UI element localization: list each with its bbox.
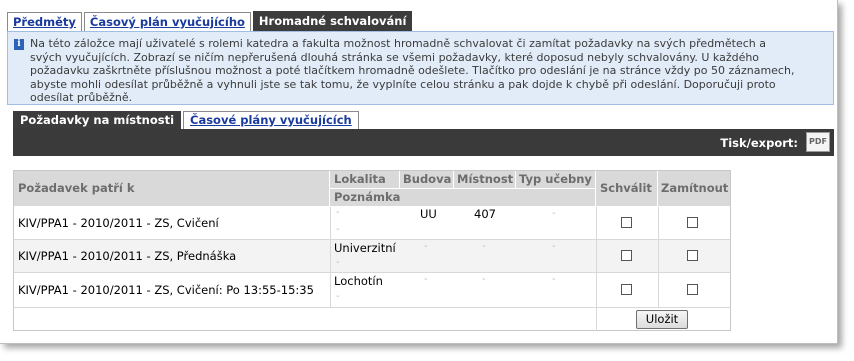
row-request: KIV/PPA1 - 2010/2011 - ZS, Cvičení: Po 1… bbox=[18, 283, 314, 297]
row-note: - bbox=[336, 257, 340, 268]
info-line: abyste mohli odesílat průběžně a vyhnuli… bbox=[30, 77, 776, 91]
requests-table: Požadavek patří k Lokalita Budova Místno… bbox=[13, 170, 731, 331]
row-building: UU bbox=[420, 207, 437, 221]
info-box: i Na této záložce mají uživatelé s rolem… bbox=[7, 31, 834, 105]
table-row: KIV/PPA1 - 2010/2011 - ZS, Cvičení - UU … bbox=[14, 207, 730, 240]
header-room: Místnost bbox=[454, 171, 516, 189]
row-note: - bbox=[336, 291, 340, 302]
row-room: - bbox=[482, 241, 486, 252]
save-button[interactable]: Uložit bbox=[636, 310, 688, 329]
tab-casovy-plan[interactable]: Časový plán vyučujícího bbox=[83, 12, 251, 31]
row-locality: Lochotín bbox=[334, 274, 383, 288]
row-room-type: - bbox=[552, 274, 556, 285]
header-building: Budova bbox=[400, 171, 454, 189]
top-tab-bar: Předměty Časový plán vyučujícího Hromadn… bbox=[7, 11, 414, 31]
header-locality: Lokalita bbox=[330, 171, 400, 189]
row-room-type: - bbox=[552, 241, 556, 252]
header-reject: Zamítnout bbox=[658, 171, 730, 207]
reject-checkbox[interactable] bbox=[687, 284, 698, 295]
tab-casove-plany[interactable]: Časové plány vyučujících bbox=[183, 111, 359, 129]
header-room-type: Typ učebny bbox=[516, 171, 596, 189]
export-label: Tisk/export: bbox=[720, 136, 798, 150]
column-divider bbox=[658, 207, 659, 308]
table-row: KIV/PPA1 - 2010/2011 - ZS, Cvičení: Po 1… bbox=[14, 273, 730, 308]
info-text: Na této záložce mají uživatelé s rolemi … bbox=[30, 37, 830, 105]
header-request: Požadavek patří k bbox=[14, 171, 330, 207]
row-note: - bbox=[336, 224, 340, 235]
row-room-type: - bbox=[552, 208, 556, 219]
tab-pozadavky-na-mistnosti[interactable]: Požadavky na místnosti bbox=[13, 111, 182, 129]
info-line: Na této záložce mají uživatelé s rolemi … bbox=[30, 37, 766, 50]
sub-tab-bar: Požadavky na místnosti Časové plány vyuč… bbox=[13, 111, 361, 129]
table-row: KIV/PPA1 - 2010/2011 - ZS, Přednáška Uni… bbox=[14, 240, 730, 273]
header-approve: Schválit bbox=[596, 171, 658, 207]
info-line: svých vyučujících. Zobrazí se ničím nepř… bbox=[30, 50, 760, 64]
approve-checkbox[interactable] bbox=[621, 250, 632, 261]
row-room: - bbox=[482, 274, 486, 285]
info-line: odesílat průběžně. bbox=[30, 91, 133, 104]
tab-hromadne-schvalovani[interactable]: Hromadné schvalování bbox=[252, 11, 413, 31]
info-icon: i bbox=[14, 39, 24, 50]
toolbar-bar: Tisk/export: PDF bbox=[13, 129, 834, 156]
approve-checkbox[interactable] bbox=[621, 217, 632, 228]
row-building: - bbox=[424, 274, 428, 285]
row-locality: Univerzitní bbox=[334, 241, 396, 255]
column-divider bbox=[330, 207, 331, 308]
approve-checkbox[interactable] bbox=[621, 284, 632, 295]
pdf-icon[interactable]: PDF bbox=[806, 132, 830, 152]
row-room: 407 bbox=[474, 207, 496, 221]
header-note: Poznámka bbox=[330, 189, 596, 207]
row-request: KIV/PPA1 - 2010/2011 - ZS, Cvičení bbox=[18, 216, 219, 230]
row-request: KIV/PPA1 - 2010/2011 - ZS, Přednáška bbox=[18, 249, 237, 263]
row-locality: - bbox=[336, 207, 340, 218]
row-building: - bbox=[424, 241, 428, 252]
reject-checkbox[interactable] bbox=[687, 217, 698, 228]
reject-checkbox[interactable] bbox=[687, 250, 698, 261]
column-divider bbox=[596, 207, 597, 331]
info-line: požadavku zaškrtněte příslušnou možnost … bbox=[30, 64, 795, 77]
tab-predmety[interactable]: Předměty bbox=[7, 12, 82, 31]
